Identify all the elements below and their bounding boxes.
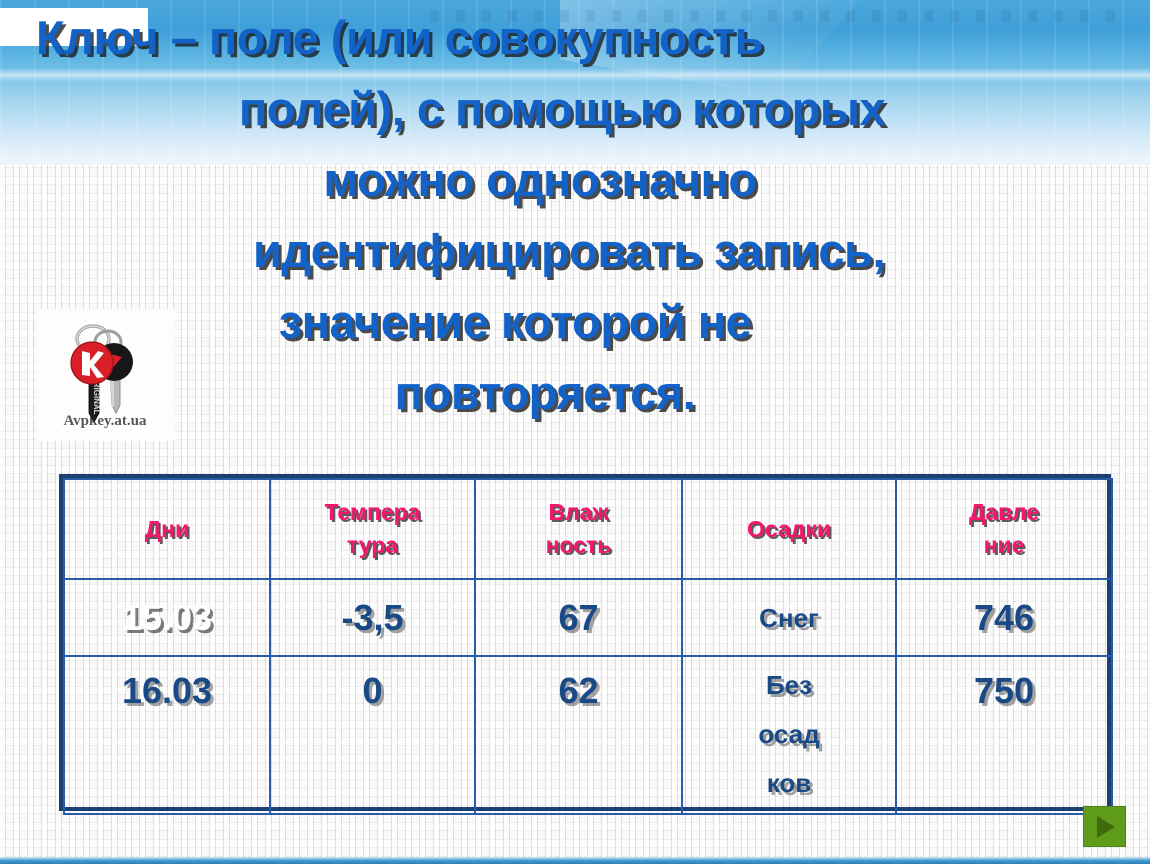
weather-table: Дни Темпера тура Влаж ность Осадки Давле xyxy=(59,474,1113,815)
cell-precipitation-row2: Без осад ков xyxy=(681,655,897,815)
table-header-row: Дни Темпера тура Влаж ность Осадки Давле xyxy=(63,478,1113,580)
slide-bottom-strip xyxy=(0,857,1150,864)
column-header-temperature-line-2: тура xyxy=(346,532,399,558)
cell-temperature-row1: -3,5 xyxy=(269,578,476,657)
headline-line-3: можно однозначно xyxy=(323,153,757,206)
keys-photo-watermark: Avpkey.at.ua xyxy=(63,413,147,429)
table-row: 15.03 -3,5 67 Снег 746 xyxy=(63,578,1113,657)
headline-line-5: значение которой не xyxy=(278,295,752,348)
keys-photo: ORIGINAL Avpkey.at.ua xyxy=(36,309,174,441)
play-triangle-icon xyxy=(1097,815,1115,838)
cell-precipitation-row2-line-3: ков xyxy=(766,768,812,798)
column-header-humidity: Влаж ность xyxy=(474,478,683,580)
cell-precipitation-row1-line-1: Снег xyxy=(759,602,819,633)
keys-illustration-icon: ORIGINAL Avpkey.at.ua xyxy=(36,309,174,441)
cell-precipitation-row2-line-2: осад xyxy=(758,719,820,749)
cell-precipitation-row2-line-1: Без xyxy=(765,670,813,700)
cell-day-row1: 15.03 xyxy=(63,578,271,657)
column-header-temperature-line-1: Темпера xyxy=(324,499,421,525)
column-header-pressure: Давле ние xyxy=(895,478,1113,580)
cell-temperature-row2: 0 xyxy=(269,655,476,815)
column-header-humidity-line-1: Влаж xyxy=(548,499,609,525)
headline-line-1: Ключ – поле (или совокупность xyxy=(36,11,764,64)
column-header-humidity-line-2: ность xyxy=(545,532,612,558)
table-row: 16.03 0 62 Без осад ков 750 xyxy=(63,655,1113,815)
column-header-dni: Дни xyxy=(63,478,271,580)
column-header-precipitation: Осадки xyxy=(681,478,897,580)
slide-headline: Ключ – поле (или совокупность полей), с … xyxy=(18,2,1132,428)
column-header-dni-line-1: Дни xyxy=(144,515,190,542)
cell-pressure-row1: 746 xyxy=(895,578,1113,657)
headline-line-4: идентифицировать запись, xyxy=(252,224,886,277)
cell-humidity-row1: 67 xyxy=(474,578,683,657)
column-header-temperature: Темпера тура xyxy=(269,478,476,580)
column-header-precipitation-line-1: Осадки xyxy=(746,515,831,542)
next-slide-button[interactable] xyxy=(1083,806,1126,847)
cell-humidity-row2: 62 xyxy=(474,655,683,815)
cell-precipitation-row1: Снег xyxy=(681,578,897,657)
cell-pressure-row2: 750 xyxy=(895,655,1113,815)
headline-line-6: повторяется. xyxy=(394,366,696,419)
headline-line-2: полей), с помощью которых xyxy=(238,82,886,135)
cell-day-row2: 16.03 xyxy=(63,655,271,815)
column-header-pressure-line-1: Давле xyxy=(968,499,1040,525)
column-header-pressure-line-2: ние xyxy=(983,532,1025,558)
presentation-slide: Ключ – поле (или совокупность полей), с … xyxy=(0,0,1150,864)
